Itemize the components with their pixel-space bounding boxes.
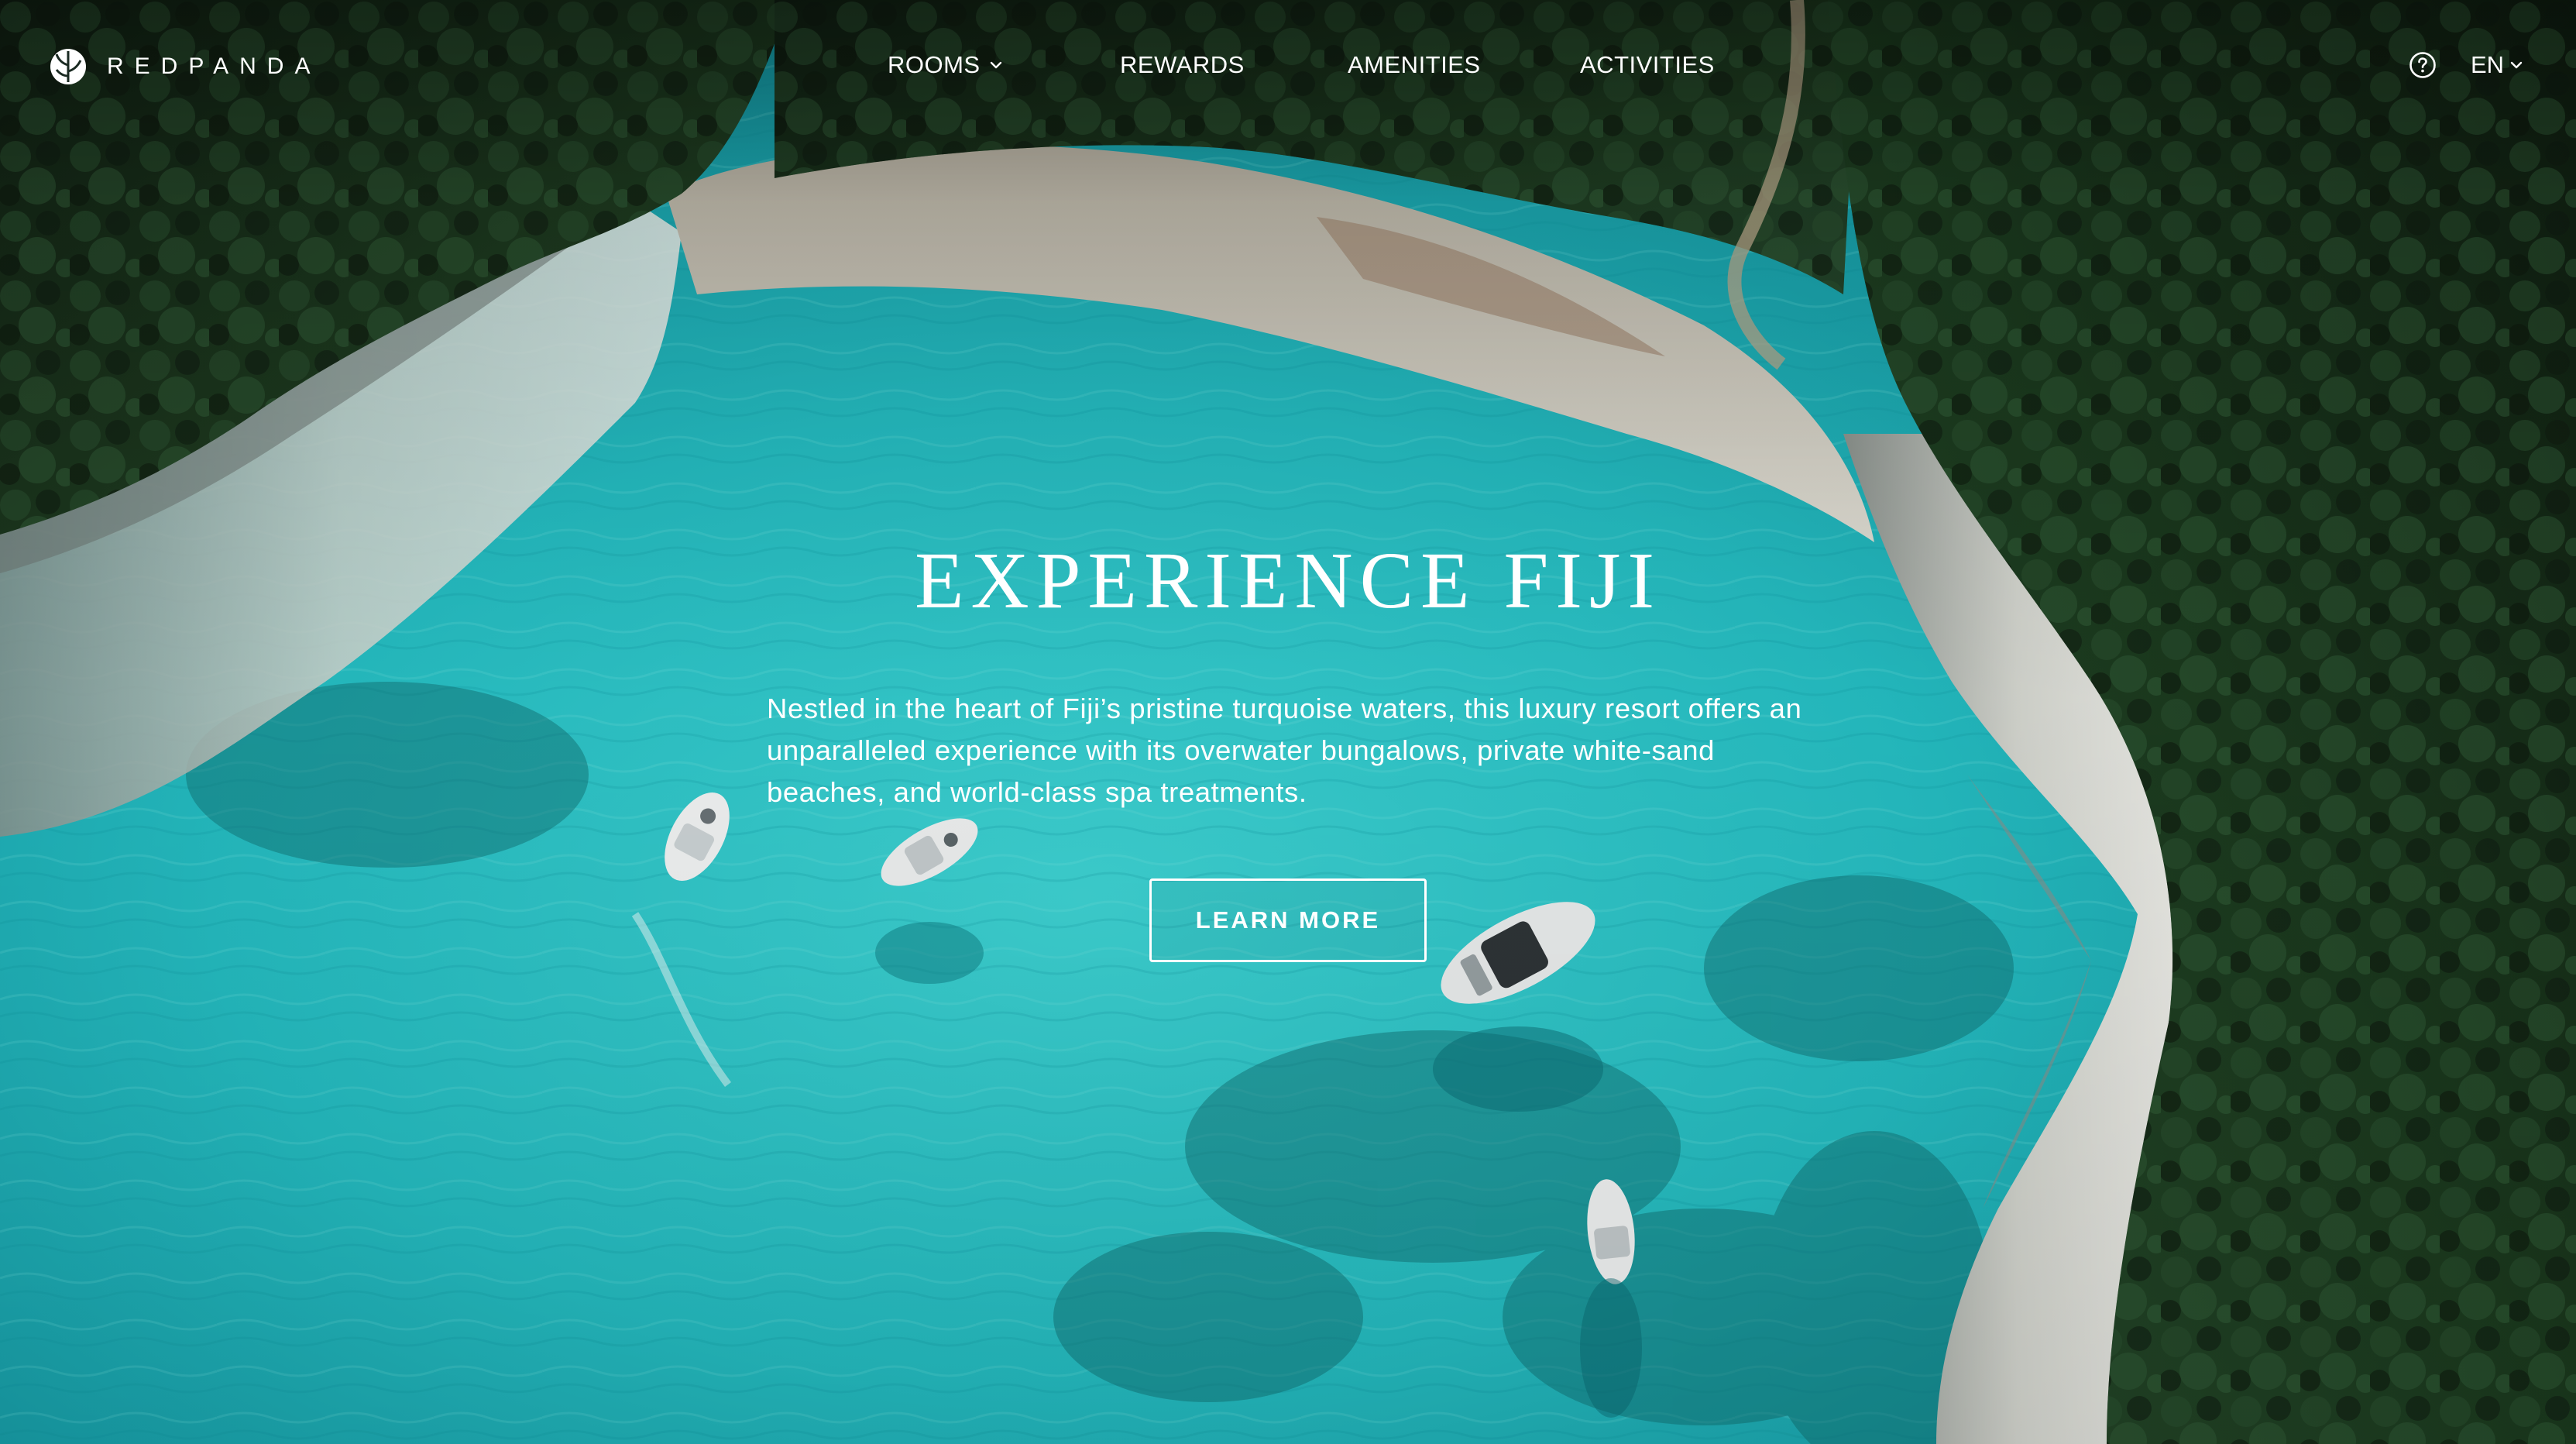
nav-item-label: ACTIVITIES — [1580, 51, 1715, 78]
page: REDPANDA ROOMS REWARDS AMENITIES ACTIVIT… — [0, 0, 2576, 1444]
nav-item-rooms[interactable]: ROOMS — [888, 51, 1004, 79]
nav-item-label: REWARDS — [1120, 51, 1245, 78]
nav-item-label: AMENITIES — [1348, 51, 1481, 78]
nav-item-label: ROOMS — [888, 51, 981, 78]
site-header: REDPANDA ROOMS REWARDS AMENITIES ACTIVIT… — [0, 0, 2576, 133]
nav-item-amenities[interactable]: AMENITIES — [1348, 51, 1481, 79]
nav-item-activities[interactable]: ACTIVITIES — [1580, 51, 1715, 79]
nav-item-rewards[interactable]: REWARDS — [1120, 51, 1245, 79]
chevron-down-icon — [2510, 61, 2523, 69]
language-selected: EN — [2471, 51, 2505, 78]
hero-description: Nestled in the heart of Fiji’s pristine … — [767, 693, 1802, 808]
hero-title: EXPERIENCE FIJI — [914, 536, 1662, 625]
learn-more-button[interactable]: LEARN MORE — [1149, 878, 1427, 962]
language-selector[interactable]: EN — [2471, 51, 2524, 79]
main-nav: ROOMS REWARDS AMENITIES ACTIVITIES — [0, 51, 2576, 82]
chevron-down-icon — [990, 61, 1001, 69]
question-circle-icon[interactable] — [2409, 51, 2437, 79]
